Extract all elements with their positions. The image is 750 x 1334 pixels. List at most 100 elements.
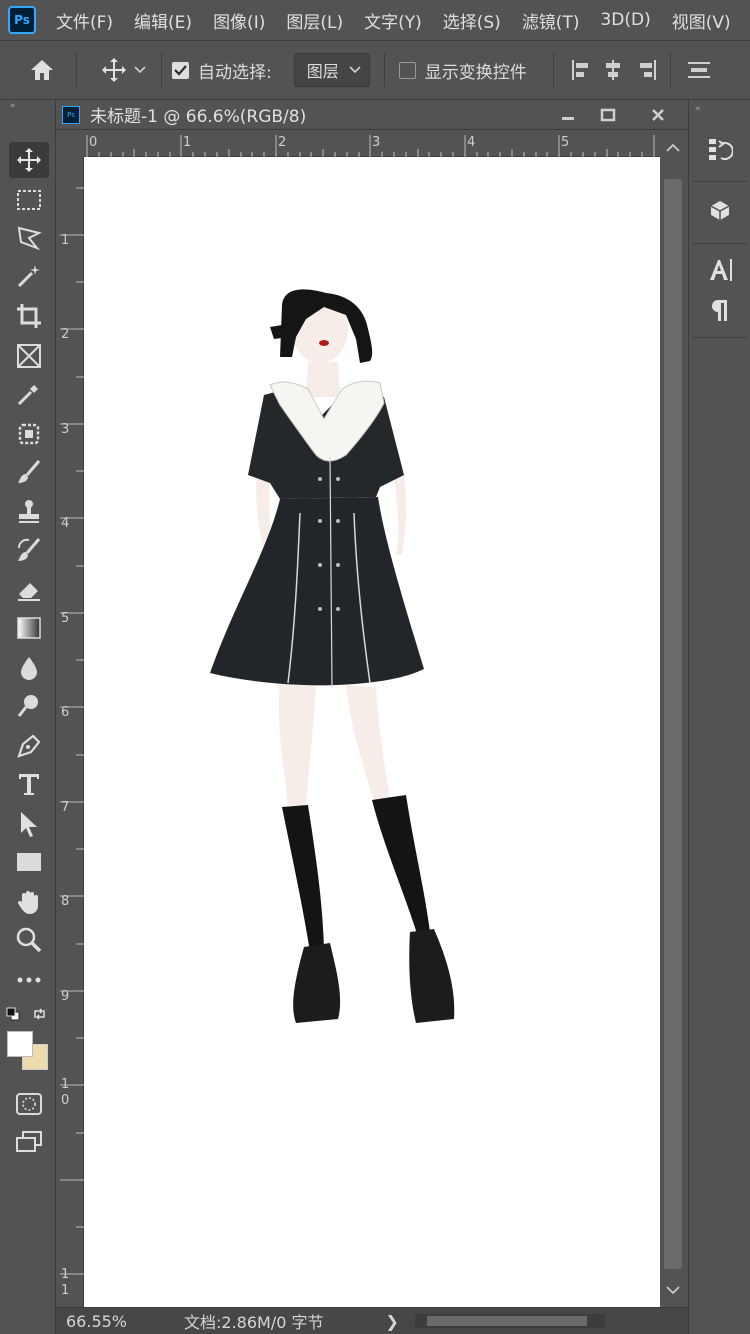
history-panel-icon[interactable] [695, 130, 745, 170]
minimize-icon[interactable] [548, 100, 588, 130]
close-icon[interactable] [628, 100, 688, 130]
swap-colors-icon[interactable] [32, 1006, 48, 1022]
screen-mode-icon[interactable] [9, 1124, 49, 1160]
document-tab[interactable]: Ps 未标题-1 @ 66.6%(RGB/8) [56, 100, 688, 130]
paragraph-panel-icon[interactable] [695, 290, 745, 330]
default-colors-icon[interactable] [6, 1006, 20, 1021]
ruler-label: 9 [61, 989, 70, 1004]
window-controls [548, 100, 688, 130]
document-info: 文档:2.86M/0 字节 [184, 1313, 324, 1332]
ruler-label: 8 [61, 894, 70, 909]
panel-grip[interactable]: « [689, 100, 750, 114]
hand-icon[interactable] [9, 884, 49, 920]
foreground-color-swatch[interactable] [7, 1031, 33, 1057]
horizontal-scrollbar[interactable] [414, 1314, 605, 1328]
vertical-ruler[interactable]: 1 2 3 4 5 6 7 8 9 1 0 1 1 [56, 157, 84, 1307]
panel-group [693, 188, 747, 244]
show-transform-label: 显示变换控件 [424, 62, 527, 83]
show-transform-checkbox[interactable] [398, 61, 416, 79]
align-center-icon[interactable] [594, 50, 632, 90]
document-canvas[interactable] [84, 157, 660, 1307]
crop-icon[interactable] [9, 298, 49, 334]
move-tool-preset-icon[interactable] [97, 50, 131, 90]
clone-stamp-icon[interactable] [9, 494, 49, 530]
divider [383, 53, 385, 87]
options-bar: 自动选择: 图层 显示变换控件 [0, 40, 750, 100]
frame-icon[interactable] [9, 338, 49, 374]
polygonal-lasso-icon[interactable] [9, 220, 49, 256]
divider [76, 53, 77, 87]
divider [669, 53, 671, 87]
history-brush-icon[interactable] [9, 532, 49, 568]
ruler-label: 0 [89, 135, 98, 150]
panel-group [693, 122, 747, 182]
divider [161, 53, 162, 87]
ruler-label: 3 [61, 422, 70, 437]
rectangle-shape-icon[interactable] [9, 844, 49, 880]
dodge-icon[interactable] [9, 688, 49, 724]
pen-icon[interactable] [9, 728, 49, 764]
tools-panel: » [0, 100, 56, 1334]
menu-filter[interactable]: 滤镜(T) [522, 8, 580, 33]
auto-select-target-value: 图层 [306, 62, 339, 81]
ruler-label: 1 [183, 135, 192, 150]
blur-icon[interactable] [9, 650, 49, 686]
ruler-label: 4 [467, 135, 476, 150]
scroll-down-icon[interactable] [666, 1285, 680, 1295]
photoshop-logo[interactable]: Ps [8, 6, 36, 34]
align-right-icon[interactable] [632, 50, 662, 90]
menu-bar: Ps 文件(F) 编辑(E) 图像(I) 图层(L) 文字(Y) 选择(S) 滤… [0, 0, 750, 40]
ruler-label: 7 [61, 800, 70, 815]
rectangular-marquee-icon[interactable] [9, 182, 49, 218]
align-left-icon[interactable] [568, 50, 594, 90]
auto-select-checkbox[interactable] [172, 61, 189, 79]
menu-layer[interactable]: 图层(L) [286, 8, 343, 33]
menu-type[interactable]: 文字(Y) [364, 8, 422, 33]
status-menu-arrow[interactable]: ❯ [385, 1312, 398, 1331]
divider [552, 53, 554, 87]
3d-panel-icon[interactable] [695, 192, 745, 232]
scrollbar-thumb[interactable] [426, 1316, 587, 1326]
home-icon[interactable] [14, 50, 70, 90]
magic-wand-icon[interactable] [9, 258, 49, 294]
menu-view[interactable]: 视图(V) [672, 8, 731, 33]
move-tool-icon[interactable] [9, 142, 49, 178]
scrollbar-thumb[interactable] [664, 179, 682, 1269]
panel-grip[interactable]: » [0, 100, 55, 112]
menu-image[interactable]: 图像(I) [213, 8, 265, 33]
menu-file[interactable]: 文件(F) [56, 8, 113, 33]
more-tools-icon[interactable] [9, 962, 49, 998]
menu-select[interactable]: 选择(S) [443, 8, 501, 33]
zoom-icon[interactable] [9, 922, 49, 958]
menu-edit[interactable]: 编辑(E) [134, 8, 192, 33]
eyedropper-icon[interactable] [9, 376, 49, 412]
align-top-icon[interactable] [679, 50, 719, 90]
type-icon[interactable] [9, 766, 49, 802]
horizontal-ruler[interactable]: 0 1 2 3 4 5 [84, 131, 660, 157]
spot-healing-icon[interactable] [9, 416, 49, 452]
ruler-label: 2 [278, 135, 287, 150]
gradient-icon[interactable] [9, 610, 49, 646]
ruler-label: 2 [61, 327, 70, 342]
chevron-down-icon [349, 66, 361, 74]
panel-dock: « [688, 100, 750, 1334]
brush-icon[interactable] [9, 454, 49, 490]
quick-mask-icon[interactable] [9, 1086, 49, 1122]
ruler-label: 1 [61, 233, 70, 248]
ruler-label: 1 0 [61, 1077, 70, 1108]
ps-document-icon: Ps [62, 105, 80, 124]
ruler-label: 3 [372, 135, 381, 150]
auto-select-target-dropdown[interactable]: 图层 [293, 53, 370, 87]
chevron-down-icon[interactable] [131, 50, 149, 90]
ruler-corner [56, 131, 84, 157]
eraser-icon[interactable] [9, 572, 49, 608]
character-panel-icon[interactable] [695, 250, 745, 290]
zoom-level[interactable]: 66.55% [66, 1312, 136, 1331]
vertical-scrollbar[interactable] [660, 131, 688, 1307]
path-selection-icon[interactable] [9, 806, 49, 842]
scroll-up-icon[interactable] [666, 143, 680, 153]
menu-3d[interactable]: 3D(D) [600, 10, 650, 30]
maximize-icon[interactable] [588, 100, 628, 130]
ruler-label: 1 1 [61, 1267, 70, 1298]
document-title: 未标题-1 @ 66.6%(RGB/8) [90, 107, 307, 127]
